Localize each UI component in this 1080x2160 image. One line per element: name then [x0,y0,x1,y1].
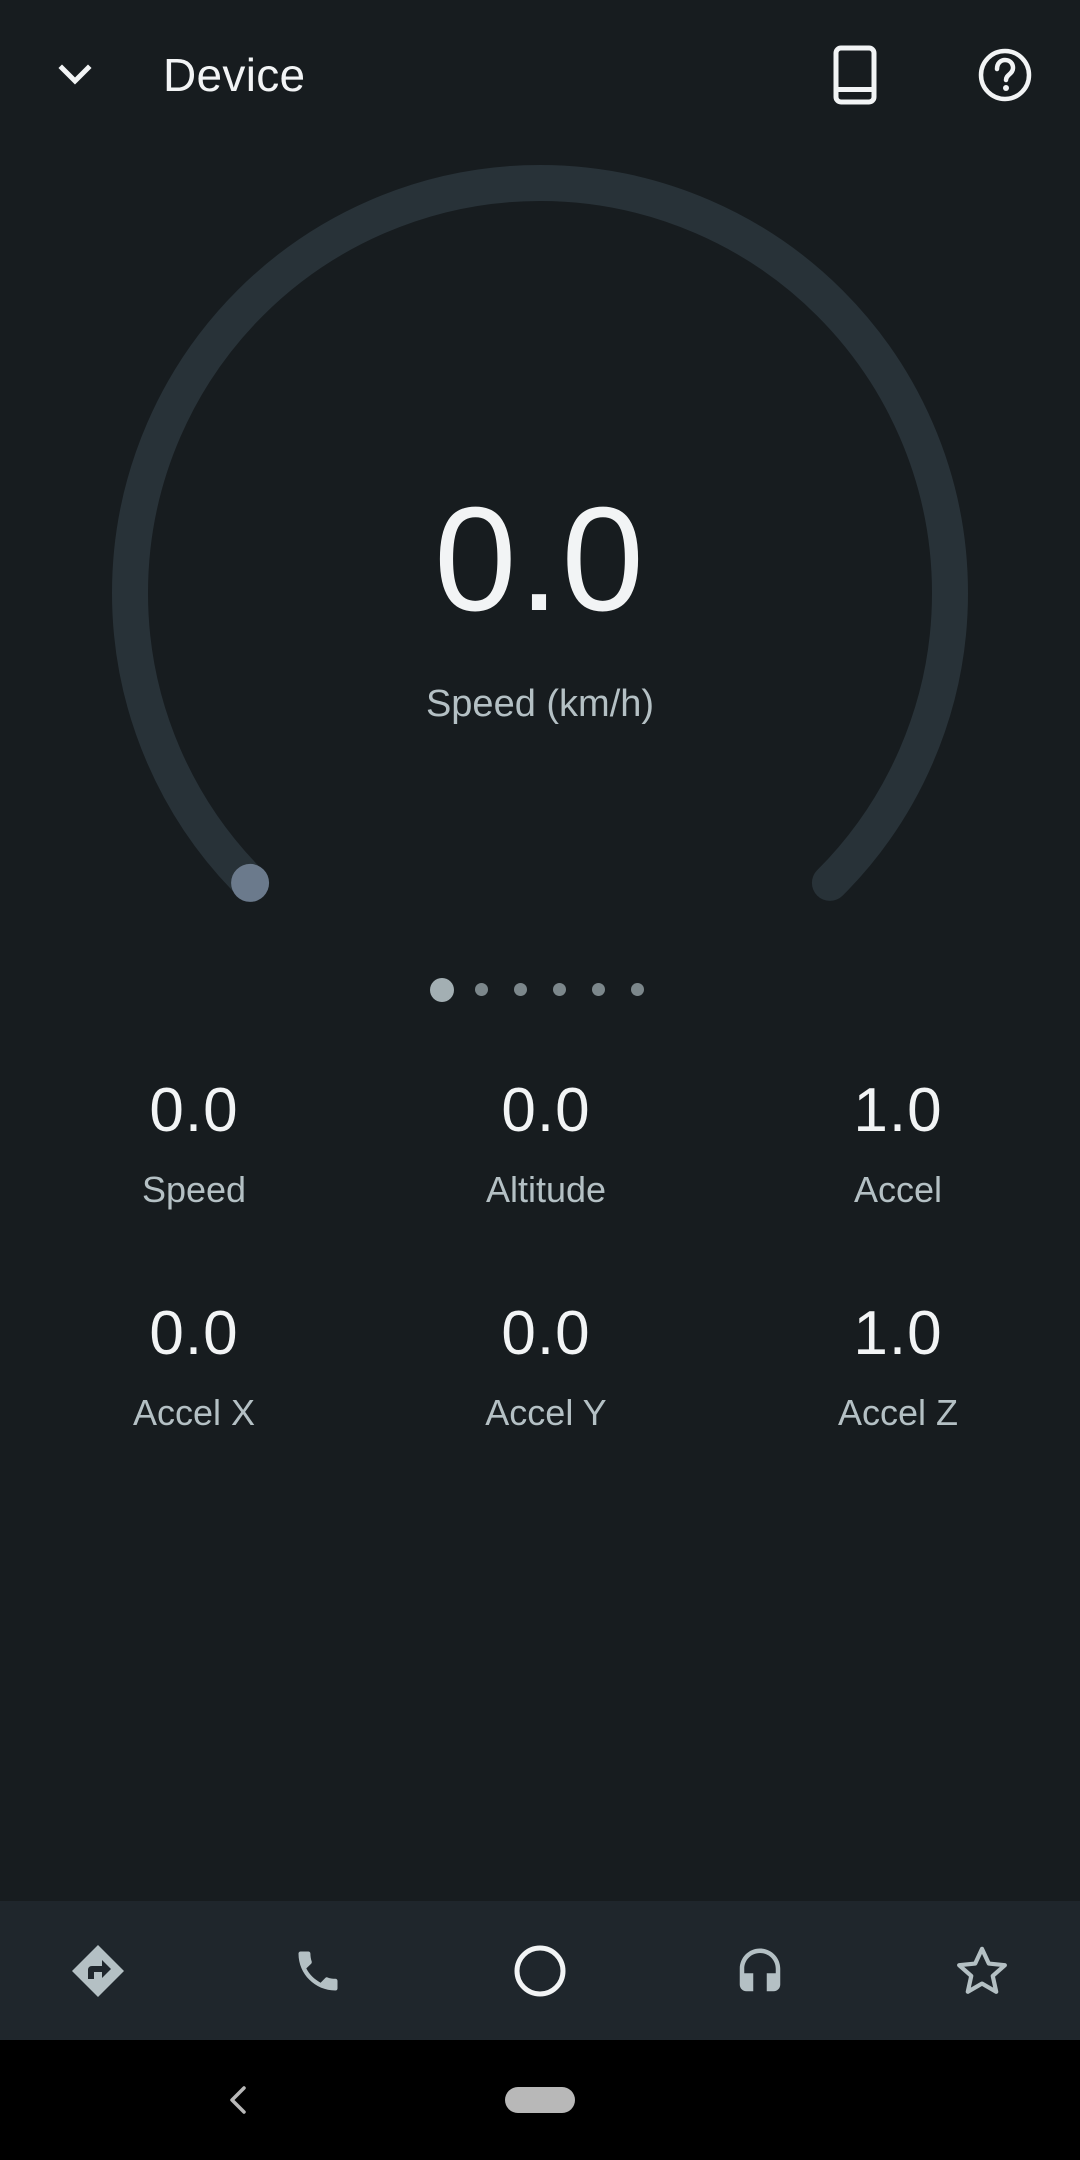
nav-navigation-button[interactable] [50,1923,146,2019]
page-dot[interactable] [430,978,454,1002]
stat-label: Accel Y [485,1392,607,1433]
stat-value: 1.0 [853,1076,943,1145]
page-dot[interactable] [630,983,644,996]
phone-icon [833,45,877,105]
phone-call-icon [298,1951,338,1991]
stat-accel-z: 1.0 Accel Z [718,1296,1078,1436]
nav-favorites-button[interactable] [934,1923,1030,2019]
headphones-icon [739,1948,781,1992]
page-dot[interactable] [513,983,527,996]
system-back-button[interactable] [208,2062,268,2138]
help-button[interactable] [957,27,1053,123]
stat-label: Altitude [485,1169,607,1210]
nav-home-button[interactable] [492,1923,588,2019]
back-arrow-icon [230,2086,246,2114]
gauge-indicator [231,863,270,902]
stat-label: Accel [853,1169,943,1210]
star-icon [957,1946,1007,1994]
stat-value: 0.0 [501,1076,591,1145]
stat-label: Speed [141,1169,247,1210]
stat-speed: 0.0 Speed [14,1073,374,1213]
stat-accel: 1.0 Accel [718,1073,1078,1213]
stat-value: 0.0 [501,1299,591,1368]
page-indicator[interactable] [0,978,1080,1002]
speed-gauge: 0.0 Speed (km/h) [0,0,1080,1000]
chevron-down-icon [58,64,92,85]
collapse-button[interactable] [27,27,123,123]
directions-icon [72,1945,124,1997]
bottom-nav [0,1901,1080,2040]
stat-label: Accel Z [837,1392,959,1433]
stat-accel-x: 0.0 Accel X [14,1296,374,1436]
screen: 0.0 Speed (km/h) Device 0.0 Speed 0.0 Al… [0,0,1080,2160]
system-nav-bar [0,2040,1080,2160]
stat-value: 0.0 [149,1299,239,1368]
page-title: Device [163,49,306,101]
page-dot[interactable] [591,983,605,996]
help-circle-icon [978,48,1032,102]
top-bar: Device [0,0,1080,150]
stat-accel-y: 0.0 Accel Y [366,1296,726,1436]
device-button[interactable] [807,27,903,123]
nav-phone-button[interactable] [270,1923,366,2019]
circle-home-icon [514,1945,566,1997]
gauge-label: Speed (km/h) [425,683,655,725]
stat-value: 1.0 [853,1299,943,1368]
nav-media-button[interactable] [712,1923,808,2019]
gauge-value: 0.0 [434,477,646,642]
page-dot[interactable] [474,983,488,996]
stat-label: Accel X [132,1392,256,1433]
system-home-pill[interactable] [505,2087,575,2113]
page-dot[interactable] [552,983,566,996]
stat-value: 0.0 [149,1076,239,1145]
stat-altitude: 0.0 Altitude [366,1073,726,1213]
